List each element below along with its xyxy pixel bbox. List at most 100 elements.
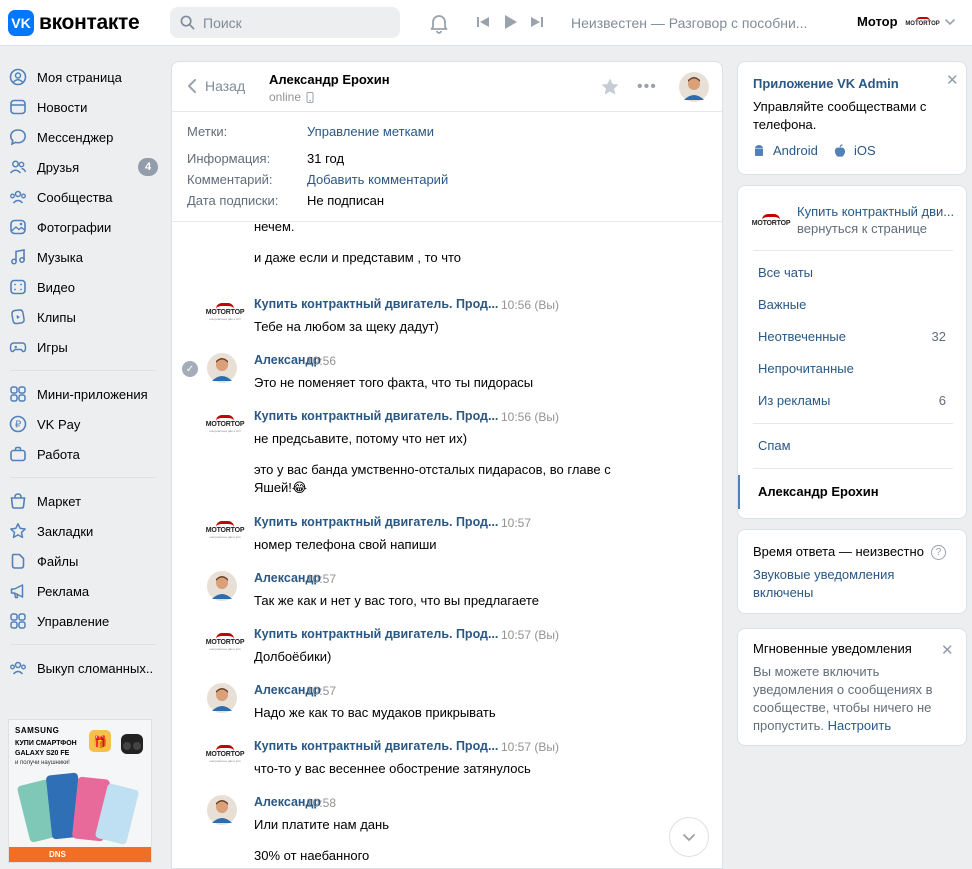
message-item[interactable]: MOTORTOP контрактные двс и кпп Купить конт… bbox=[172, 627, 722, 667]
nav-item-clips[interactable]: Клипы bbox=[0, 302, 165, 332]
message-sender[interactable]: Купить контрактный двигатель. Прод... bbox=[254, 627, 498, 641]
music-icon bbox=[9, 248, 27, 266]
active-chat-item[interactable]: Александр Ерохин bbox=[738, 475, 966, 509]
nav-item-manage[interactable]: Управление bbox=[0, 606, 165, 636]
nav-item-bookmarks[interactable]: Закладки bbox=[0, 516, 165, 546]
nav-item-friends[interactable]: Друзья 4 bbox=[0, 152, 165, 182]
notifications-bell-icon[interactable] bbox=[428, 12, 450, 37]
nav-item-label: Видео bbox=[37, 279, 75, 295]
now-playing-title[interactable]: Неизвестен — Разговор с пособни... bbox=[571, 15, 807, 31]
more-options-icon[interactable]: ••• bbox=[637, 78, 657, 96]
sound-notifications-link[interactable]: Звуковые уведомления включены bbox=[753, 566, 943, 602]
message-item[interactable]: MOTORTOP контрактные двс и кпп Купить конт… bbox=[172, 739, 722, 779]
play-icon[interactable] bbox=[502, 14, 518, 30]
nav-item-work[interactable]: Работа bbox=[0, 439, 165, 469]
sender-avatar[interactable] bbox=[207, 353, 237, 386]
svg-text:🎁: 🎁 bbox=[93, 735, 108, 749]
message-time[interactable]: 10:57 (Вы) bbox=[501, 628, 559, 642]
user-avatar: MOTORTOP bbox=[905, 15, 940, 29]
message-item[interactable]: Александр 10:56 ✓ Это не поменяет того факт… bbox=[172, 353, 722, 393]
message-item[interactable]: Александр 10:58 Или платите нам дань 30% от… bbox=[172, 795, 722, 867]
filter-item[interactable]: Из рекламы bbox=[758, 393, 830, 408]
sender-avatar[interactable] bbox=[207, 683, 237, 716]
user-name: Мотор bbox=[857, 14, 898, 29]
advertisement-banner[interactable]: SAMSUNG КУПИ СМАРТФОН GALAXY S20 FE и по… bbox=[8, 719, 152, 863]
meta-link[interactable]: Добавить комментарий bbox=[307, 172, 448, 187]
message-time[interactable]: 10:57 (Вы) bbox=[501, 740, 559, 754]
message-time[interactable]: 10:57 bbox=[306, 684, 336, 698]
nav-item-files[interactable]: Файлы bbox=[0, 546, 165, 576]
peer-name[interactable]: Александр Ерохин bbox=[269, 72, 390, 87]
star-icon[interactable] bbox=[600, 77, 620, 100]
filter-item[interactable]: Неотвеченные bbox=[758, 329, 846, 344]
filter-item[interactable]: Непрочитанные bbox=[758, 361, 854, 376]
nav-item-label: Игры bbox=[37, 339, 68, 355]
chat-meta-info: Метки: Управление метками Информация: 31 го… bbox=[172, 112, 722, 222]
nav-item-ads[interactable]: Реклама bbox=[0, 576, 165, 606]
nav-item-label: Мессенджер bbox=[37, 129, 114, 145]
message-sender[interactable]: Купить контрактный двигатель. Прод... bbox=[254, 409, 498, 423]
mobile-phone-icon bbox=[306, 91, 314, 103]
read-check-icon[interactable]: ✓ bbox=[182, 361, 198, 377]
nav-item-market[interactable]: Маркет bbox=[0, 486, 165, 516]
message-item[interactable]: MOTORTOP контрактные двс и кпп Купить конт… bbox=[172, 297, 722, 337]
filter-item[interactable]: Все чаты bbox=[758, 265, 813, 280]
filter-spam[interactable]: Спам bbox=[758, 438, 791, 453]
search-icon bbox=[180, 15, 195, 30]
left-navigation: Моя страница Новости Мессенджер Друзья 4 Сооб… bbox=[0, 62, 165, 683]
nav-item-messenger[interactable]: Мессенджер bbox=[0, 122, 165, 152]
vk-admin-title[interactable]: Приложение VK Admin bbox=[753, 76, 899, 91]
message-sender[interactable]: Купить контрактный двигатель. Прод... bbox=[254, 297, 498, 311]
nav-item-group[interactable]: Выкуп сломанных.. bbox=[0, 653, 165, 683]
next-track-icon[interactable] bbox=[530, 15, 544, 29]
meta-value: 31 год bbox=[307, 151, 345, 166]
vk-logo[interactable]: VK вконтакте bbox=[8, 10, 140, 36]
nav-item-label: Фотографии bbox=[37, 219, 112, 235]
nav-item-music[interactable]: Музыка bbox=[0, 242, 165, 272]
sender-avatar[interactable] bbox=[207, 795, 237, 828]
help-icon[interactable]: ? bbox=[931, 545, 946, 560]
message-item[interactable]: MOTORTOP контрактные двс и кпп Купить конт… bbox=[172, 409, 722, 497]
message-time[interactable]: 10:56 (Вы) bbox=[501, 410, 559, 424]
nav-item-mini-apps[interactable]: Мини-приложения bbox=[0, 379, 165, 409]
filter-item[interactable]: Важные bbox=[758, 297, 806, 312]
nav-item-games[interactable]: Игры bbox=[0, 332, 165, 362]
message-item[interactable]: нечем. и даже если и представим , то что bbox=[172, 223, 722, 285]
community-avatar[interactable]: MOTORTOP контрактные двс и кпп bbox=[206, 627, 244, 657]
nav-item-news[interactable]: Новости bbox=[0, 92, 165, 122]
sender-avatar[interactable] bbox=[207, 571, 237, 604]
configure-link[interactable]: Настроить bbox=[828, 718, 892, 733]
previous-track-icon[interactable] bbox=[476, 15, 490, 29]
community-avatar[interactable]: MOTORTOP контрактные двс и кпп bbox=[206, 515, 244, 545]
community-avatar[interactable]: MOTORTOP контрактные двс и кпп bbox=[206, 739, 244, 769]
message-sender[interactable]: Купить контрактный двигатель. Прод... bbox=[254, 515, 498, 529]
nav-item-communities[interactable]: Сообщества bbox=[0, 182, 165, 212]
message-time[interactable]: 10:56 (Вы) bbox=[501, 298, 559, 312]
search-input[interactable]: Поиск bbox=[170, 7, 400, 38]
meta-link[interactable]: Управление метками bbox=[307, 124, 434, 139]
message-item[interactable]: Александр 10:57 Так же как и нет у вас тог… bbox=[172, 571, 722, 611]
nav-item-photos[interactable]: Фотографии bbox=[0, 212, 165, 242]
nav-item-label: Реклама bbox=[37, 583, 90, 599]
nav-item-video[interactable]: Видео bbox=[0, 272, 165, 302]
android-link[interactable]: Android bbox=[753, 143, 818, 158]
message-item[interactable]: MOTORTOP контрактные двс и кпп Купить конт… bbox=[172, 515, 722, 555]
message-time[interactable]: 10:56 bbox=[306, 354, 336, 368]
message-time[interactable]: 10:57 bbox=[306, 572, 336, 586]
message-time[interactable]: 10:57 bbox=[501, 516, 531, 530]
community-avatar[interactable]: MOTORTOP контрактные двс и кпп bbox=[206, 409, 244, 439]
close-icon[interactable]: ✕ bbox=[941, 641, 954, 659]
nav-item-user-circle[interactable]: Моя страница bbox=[0, 62, 165, 92]
user-menu[interactable]: Мотор MOTORTOP bbox=[857, 14, 956, 29]
nav-item-vk-pay[interactable]: ₽ VK Pay bbox=[0, 409, 165, 439]
back-button[interactable]: Назад bbox=[187, 78, 245, 94]
message-time[interactable]: 10:58 bbox=[306, 796, 336, 810]
scroll-down-button[interactable] bbox=[669, 817, 709, 857]
peer-avatar[interactable] bbox=[679, 72, 709, 105]
message-sender[interactable]: Купить контрактный двигатель. Прод... bbox=[254, 739, 498, 753]
nav-item-label: Музыка bbox=[37, 249, 83, 265]
close-icon[interactable]: ✕ bbox=[946, 71, 959, 89]
message-item[interactable]: Александр 10:57 Надо же как то вас мудаков… bbox=[172, 683, 722, 723]
ios-link[interactable]: iOS bbox=[834, 143, 876, 158]
community-avatar[interactable]: MOTORTOP контрактные двс и кпп bbox=[206, 297, 244, 327]
